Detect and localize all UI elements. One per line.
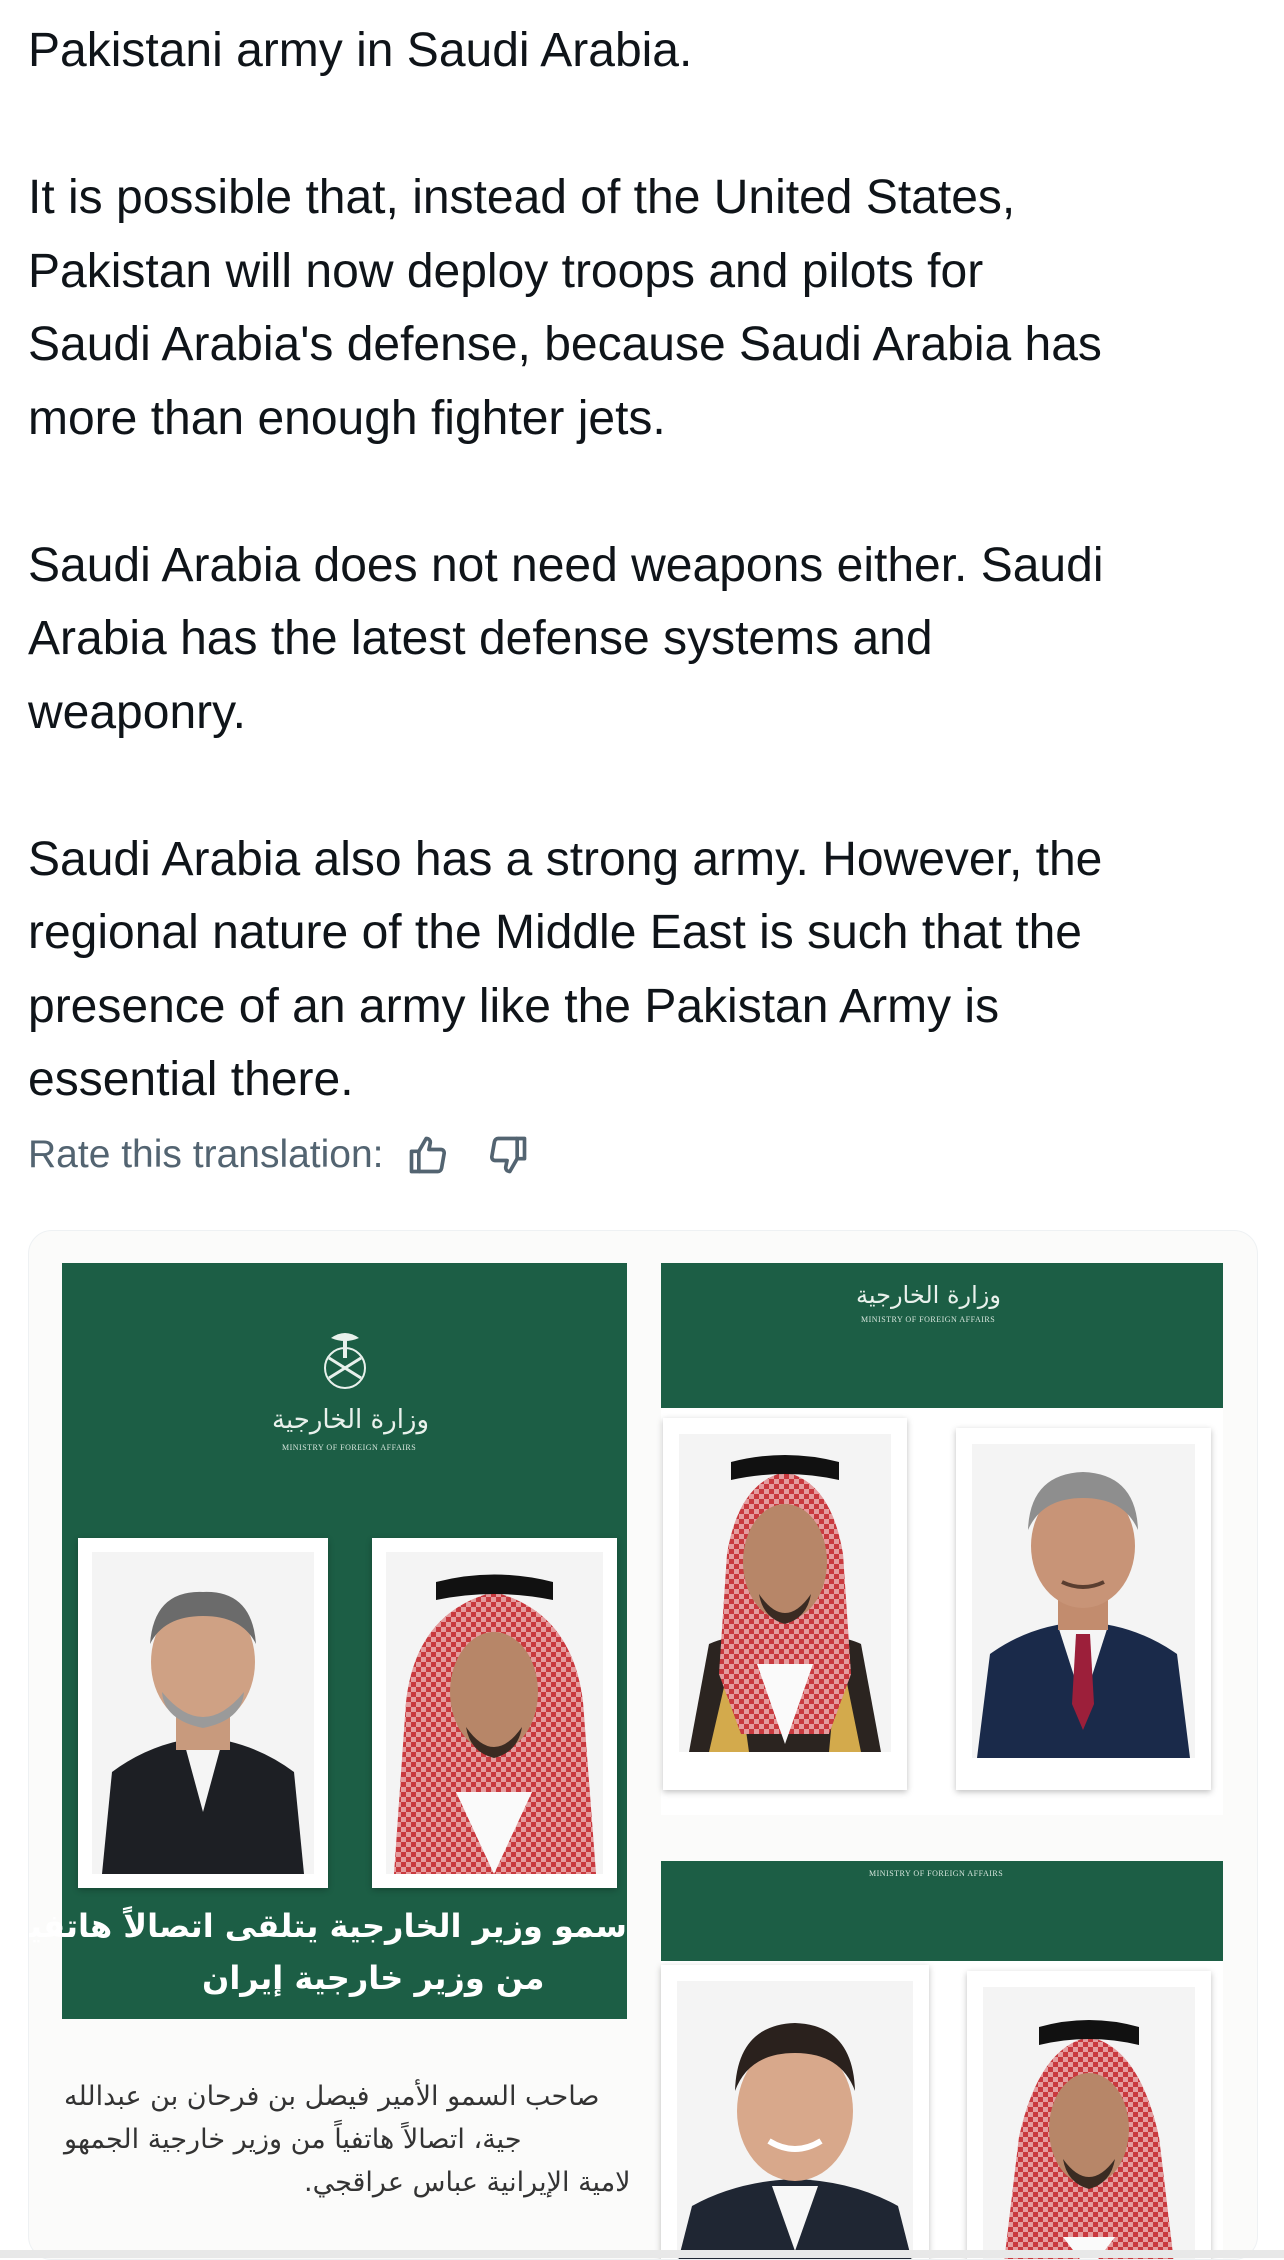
portrait-photo — [92, 1552, 314, 1874]
bottom-edge — [0, 2250, 1284, 2258]
headline-line-2: من وزير خارجية إيران — [202, 1959, 545, 1997]
ministry-name-arabic: وزارة الخارجية — [856, 1281, 1001, 1309]
man-in-suit-icon — [102, 1591, 304, 1874]
tweet-paragraph: Saudi Arabia does not need weapons eithe… — [28, 538, 1104, 739]
portrait-photo — [677, 1981, 913, 2259]
bottom-right-ministry-graphic: MINISTRY OF FOREIGN AFFAIRS — [661, 1861, 1223, 2259]
portrait-frame — [956, 1428, 1211, 1790]
man-in-ghutra-icon — [689, 1455, 881, 1752]
body-text-line-2: جية، اتصالاً هاتفياً من وزير خارجية الجم… — [64, 2124, 522, 2155]
man-in-ghutra-icon — [394, 1574, 596, 1874]
left-headline-panel: سمو وزير الخارجية يتلقى اتصالاً هاتفياً … — [29, 1899, 627, 2019]
portrait-frame — [663, 1418, 907, 1790]
portrait-photo — [386, 1552, 603, 1874]
thumbs-up-icon[interactable] — [406, 1133, 450, 1177]
man-in-suit-icon — [977, 1472, 1190, 1758]
left-ministry-graphic: وزارة الخارجية MINISTRY OF FOREIGN AFFAI… — [62, 1263, 627, 1935]
portrait-photo — [679, 1434, 891, 1752]
portrait-photo — [983, 1987, 1195, 2259]
top-right-ministry-graphic: وزارة الخارجية MINISTRY OF FOREIGN AFFAI… — [661, 1263, 1223, 1815]
portrait-frame — [661, 1965, 929, 2259]
body-text-line-1: صاحب السمو الأمير فيصل بن فرحان بن عبدال… — [64, 2081, 600, 2112]
portrait-photo — [972, 1444, 1195, 1758]
ministry-name-english: MINISTRY OF FOREIGN AFFAIRS — [282, 1443, 417, 1452]
media-collage[interactable]: وزارة الخارجية MINISTRY OF FOREIGN AFFAI… — [28, 1230, 1258, 2260]
tweet-paragraph: It is possible that, instead of the Unit… — [28, 171, 1102, 445]
ministry-name-english: MINISTRY OF FOREIGN AFFAIRS — [861, 1315, 996, 1324]
tweet-paragraph: Pakistani army in Saudi Arabia. — [28, 24, 693, 77]
rate-translation-label: Rate this translation: — [28, 1133, 384, 1176]
thumbs-down-icon[interactable] — [486, 1133, 530, 1177]
portrait-frame — [78, 1538, 328, 1888]
ministry-name-english: MINISTRY OF FOREIGN AFFAIRS — [869, 1869, 1004, 1878]
portrait-frame — [967, 1971, 1211, 2259]
man-in-suit-icon — [678, 2023, 912, 2259]
headline-line-1: سمو وزير الخارجية يتلقى اتصالاً هاتفياً — [28, 1907, 627, 1945]
ministry-name-arabic: وزارة الخارجية — [272, 1405, 430, 1435]
man-in-ghutra-icon — [1004, 2020, 1174, 2259]
tweet-paragraph: Saudi Arabia also has a strong army. How… — [28, 832, 1103, 1107]
saudi-emblem-icon — [324, 1333, 366, 1389]
rate-translation-row: Rate this translation: — [28, 1130, 530, 1180]
tweet-text: Pakistani army in Saudi Arabia. It is po… — [28, 14, 1258, 1190]
portrait-frame — [372, 1538, 617, 1888]
body-text-line-3: لامية الإيرانية عباس عراقجي. — [304, 2167, 631, 2198]
